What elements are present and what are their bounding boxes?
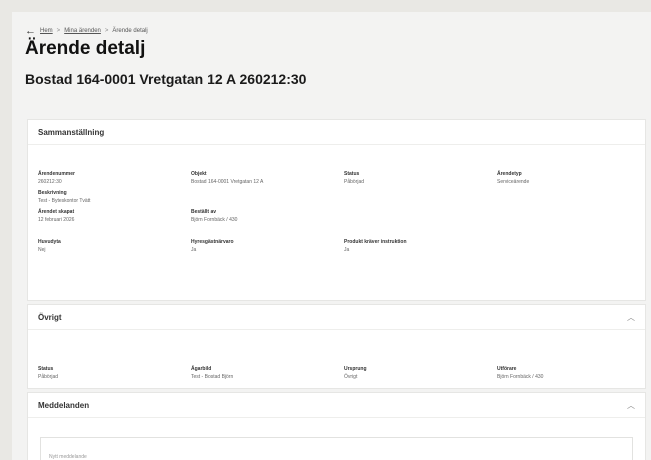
field-value: Björn Fornbäck / 430 — [497, 374, 544, 380]
field-value: Påbörjad — [344, 179, 365, 185]
page-subtitle: Bostad 164-0001 Vretgatan 12 A 260212:30 — [25, 71, 307, 87]
page-title: Ärende detalj — [25, 38, 146, 59]
field-value: Nej — [38, 247, 46, 253]
field-label: Utförare — [497, 366, 517, 372]
field-other-status: Status Påbörjad — [38, 366, 58, 380]
field-label: Produkt kräver instruktion — [344, 239, 407, 245]
field-label: Ärendenummer — [38, 171, 75, 177]
summary-heading: Sammanställning — [38, 127, 105, 137]
field-label: Beskrivning — [38, 190, 67, 196]
field-value: Ja — [191, 247, 197, 253]
field-label: Ursprung — [344, 366, 367, 372]
field-object: Objekt Bostad 164-0001 Vretgatan 12 A — [191, 171, 263, 185]
field-label: Ägarbild — [191, 366, 212, 372]
field-value: Test - Byteskontor Tvätt — [38, 198, 91, 204]
page: ← Hem > Mina ärenden > Ärende detalj Äre… — [12, 12, 651, 460]
field-tenant-presence: Hyresgästnärvaro Ja — [191, 239, 234, 253]
messages-header[interactable]: Meddelanden ︿ — [28, 393, 645, 418]
field-value: 12 februari 2026 — [38, 217, 75, 223]
field-main-area: Huvudyta Nej — [38, 239, 61, 253]
field-product-instruction: Produkt kräver instruktion Ja — [344, 239, 407, 253]
field-label: Status — [344, 171, 360, 177]
breadcrumb-current: Ärende detalj — [112, 28, 148, 34]
breadcrumb-separator: > — [56, 28, 61, 34]
field-created: Ärendet skapat 12 februari 2026 — [38, 209, 74, 223]
field-value: Ja — [344, 247, 350, 253]
other-card: Övrigt ︿ Status Påbörjad Ägarbild Test - B… — [27, 304, 646, 389]
breadcrumb-home[interactable]: Hem — [40, 28, 53, 34]
field-label: Hyresgästnärvaro — [191, 239, 234, 245]
new-message-input[interactable]: Nytt meddelande — [40, 437, 633, 460]
field-value: Björn Fornbäck / 430 — [191, 217, 238, 223]
messages-card: Meddelanden ︿ Nytt meddelande — [27, 392, 646, 460]
field-value: 260212:30 — [38, 179, 62, 185]
messages-heading: Meddelanden — [38, 400, 90, 410]
summary-card: Sammanställning Ärendenummer 260212:30 Ob… — [27, 119, 646, 301]
field-value: Påbörjad — [38, 374, 59, 380]
field-description: Beskrivning Test - Byteskontor Tvätt — [38, 190, 90, 204]
field-label: Status — [38, 366, 54, 372]
chevron-up-icon[interactable]: ︿ — [627, 312, 635, 323]
breadcrumb-my-cases[interactable]: Mina ärenden — [64, 28, 101, 34]
field-label: Objekt — [191, 171, 207, 177]
field-label: Ärendetyp — [497, 171, 522, 177]
field-value: Serviceärende — [497, 179, 530, 185]
field-label: Ärendet skapat — [38, 209, 75, 215]
message-placeholder: Nytt meddelande — [49, 454, 87, 460]
field-case-number: Ärendenummer 260212:30 — [38, 171, 75, 185]
field-case-type: Ärendetyp Serviceärende — [497, 171, 529, 185]
back-arrow-icon[interactable]: ← — [25, 26, 36, 37]
field-origin: Ursprung Övrigt — [344, 366, 367, 380]
field-value: Test - Bostad Björn — [191, 374, 234, 380]
field-label: Beställt av — [191, 209, 217, 215]
other-header[interactable]: Övrigt ︿ — [28, 305, 645, 330]
field-value: Bostad 164-0001 Vretgatan 12 A — [191, 179, 264, 185]
field-performer: Utförare Björn Fornbäck / 430 — [497, 366, 543, 380]
other-heading: Övrigt — [38, 312, 62, 322]
breadcrumb-separator: > — [104, 28, 109, 34]
summary-header: Sammanställning — [28, 120, 645, 145]
field-value: Övrigt — [344, 374, 358, 380]
field-status: Status Påbörjad — [344, 171, 364, 185]
breadcrumb: ← Hem > Mina ärenden > Ärende detalj — [25, 26, 148, 37]
field-ordered-by: Beställt av Björn Fornbäck / 430 — [191, 209, 237, 223]
field-owner: Ägarbild Test - Bostad Björn — [191, 366, 233, 380]
chevron-up-icon[interactable]: ︿ — [627, 400, 635, 411]
field-label: Huvudyta — [38, 239, 61, 245]
